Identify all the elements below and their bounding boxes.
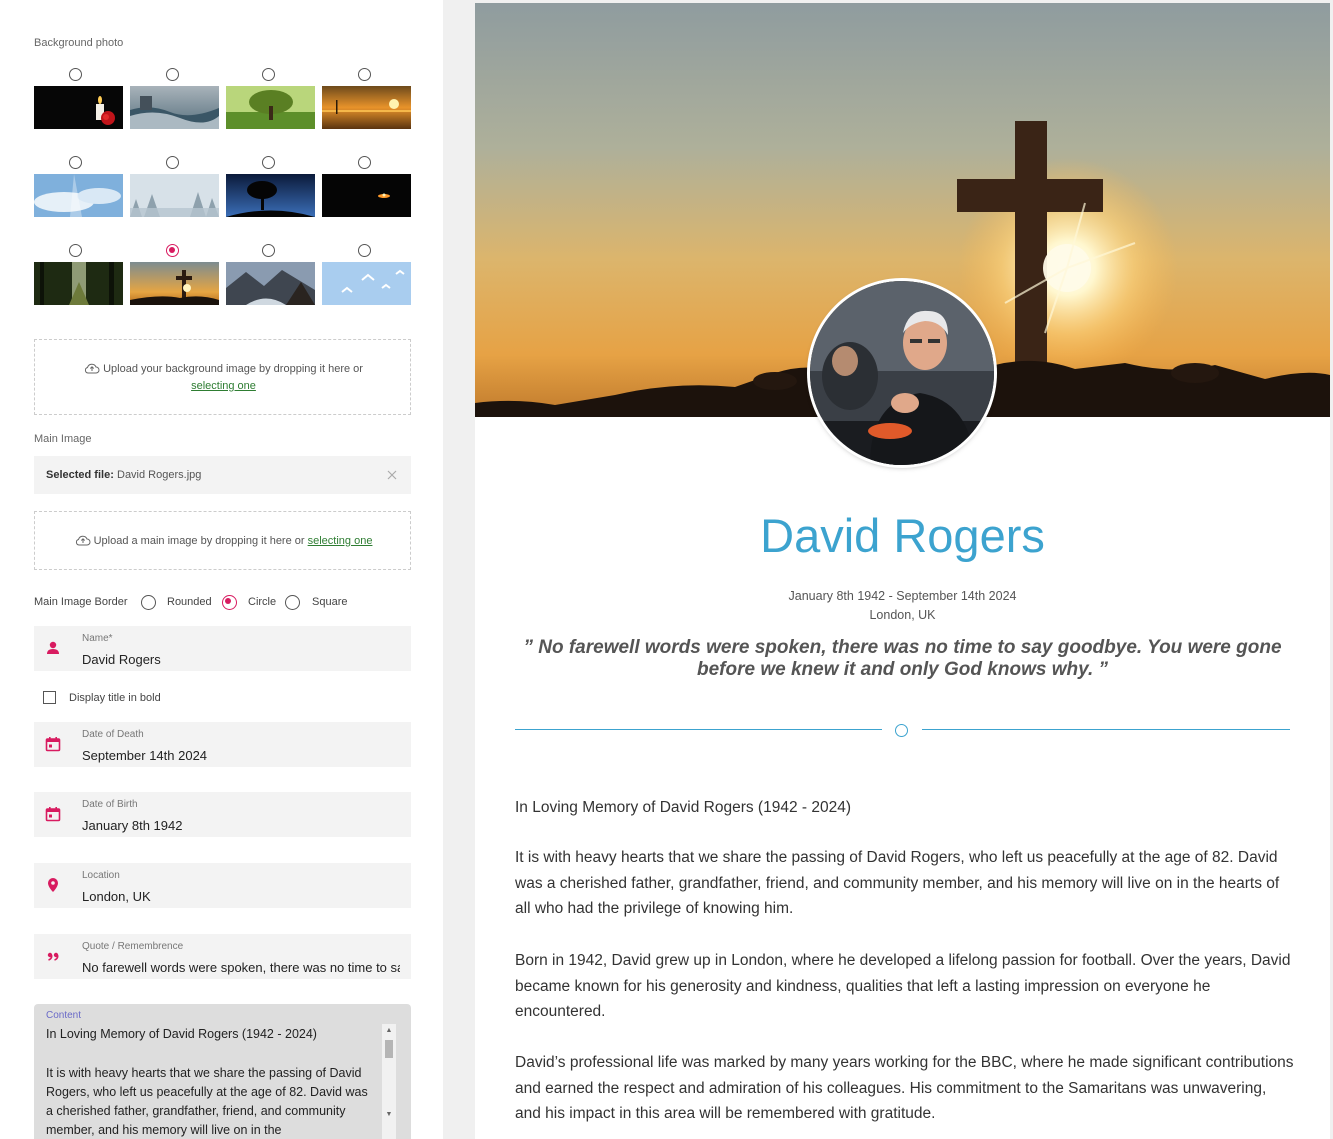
bg-thumb-candle-rose[interactable] [34,86,123,129]
border-option-square: Square [312,596,348,608]
bg-radio-flying-birds[interactable] [358,244,371,257]
bg-radio-sky-clouds[interactable] [69,156,82,169]
date-of-death-field[interactable]: Date of Death September 14th 2024 [34,722,411,767]
bold-title-label: Display title in bold [69,692,161,704]
location-pin-icon [45,877,61,893]
scroll-down-arrow-icon[interactable]: ▼ [382,1108,396,1122]
content-paragraph: It is with heavy hearts that we share th… [515,849,1280,918]
editor-panel: Background photo Upload your background … [0,0,443,1139]
quote-field[interactable]: Quote / Remembrence No farewell words we… [34,934,411,979]
bg-select-link[interactable]: selecting one [191,380,256,392]
bg-thumb-dark-candle[interactable] [322,174,411,217]
calendar-icon [45,806,61,822]
date-of-death-label: Date of Death [82,729,144,740]
border-radio-rounded[interactable] [141,595,156,610]
content-paragraph: David’s professional life was marked by … [515,1054,1294,1123]
main-upload-text: Upload a main image by dropping it here … [93,535,305,547]
background-photo-label: Background photo [34,37,124,49]
date-of-birth-label: Date of Birth [82,799,138,810]
content-text[interactable]: In Loving Memory of David Rogers (1942 -… [46,1025,371,1139]
quote-close-mark: ” [1098,659,1109,680]
bg-radio-mountain-river[interactable] [262,244,275,257]
person-icon [45,640,61,656]
name-field[interactable]: Name* David Rogers [34,626,411,671]
date-of-birth-field[interactable]: Date of Birth January 8th 1942 [34,792,411,837]
quote-open-mark: ” [523,637,533,658]
content-paragraph: Born in 1942, David grew up in London, w… [515,952,1291,1021]
bg-thumb-forest-path[interactable] [34,262,123,305]
content-label: Content [46,1010,82,1021]
name-label: Name* [82,633,113,644]
memorial-name: David Rogers [760,509,1045,562]
location-field[interactable]: Location London, UK [34,863,411,908]
bg-radio-forest-path[interactable] [69,244,82,257]
content-paragraph: In Loving Memory of David Rogers (1942 -… [515,799,851,816]
quote-text: No farewell words were spoken, there was… [538,637,1282,680]
quote-icon [45,948,61,964]
bg-upload-text: Upload your background image by dropping… [103,363,363,375]
bg-radio-sunset-lake[interactable] [358,68,371,81]
border-radio-circle[interactable] [222,595,237,610]
bg-thumb-stormy-sea[interactable] [130,86,219,129]
border-option-rounded: Rounded [167,596,212,608]
date-of-death-input[interactable]: September 14th 2024 [82,748,400,763]
date-of-birth-input[interactable]: January 8th 1942 [82,818,400,833]
border-radio-square[interactable] [285,595,300,610]
memorial-quote: ” No farewell words were spoken, there w… [515,637,1290,681]
bg-radio-candle-rose[interactable] [69,68,82,81]
image-border-label: Main Image Border [34,596,128,608]
scrollbar-thumb[interactable] [385,1040,393,1058]
quote-label: Quote / Remembrence [82,941,184,952]
main-select-link[interactable]: selecting one [308,535,373,547]
divider-line-right [922,729,1290,730]
name-input[interactable]: David Rogers [82,652,400,667]
main-image-label: Main Image [34,433,92,445]
main-image-upload-dropzone[interactable]: Upload a main image by dropping it here … [34,511,411,570]
location-input[interactable]: London, UK [82,889,400,904]
memorial-preview: David Rogers January 8th 1942 - Septembe… [475,3,1330,1139]
main-portrait-image [810,281,994,465]
divider-line-left [515,729,882,730]
close-icon[interactable] [386,468,398,480]
bg-thumb-green-tree[interactable] [226,86,315,129]
content-textarea[interactable]: Content In Loving Memory of David Rogers… [34,1004,411,1139]
bg-thumb-mountain-river[interactable] [226,262,315,305]
background-upload-dropzone[interactable]: Upload your background image by dropping… [34,339,411,415]
quote-input[interactable]: No farewell words were spoken, there was… [82,960,400,975]
bg-thumb-cross-sunset[interactable] [130,262,219,305]
scroll-up-arrow-icon[interactable]: ▲ [382,1024,396,1038]
selected-file-bar: Selected file: David Rogers.jpg [34,456,411,494]
bg-thumb-sunset-lake[interactable] [322,86,411,129]
bg-thumb-flying-birds[interactable] [322,262,411,305]
bg-radio-green-tree[interactable] [262,68,275,81]
bold-title-checkbox[interactable] [43,691,56,704]
bg-thumb-sky-clouds[interactable] [34,174,123,217]
bg-radio-stormy-sea[interactable] [166,68,179,81]
bg-thumb-misty-forest[interactable] [130,174,219,217]
bg-radio-cross-sunset[interactable] [166,244,179,257]
selected-file-name: David Rogers.jpg [117,469,202,481]
calendar-icon [45,736,61,752]
cloud-upload-icon [75,534,91,546]
content-scrollbar[interactable]: ▲ ▼ [382,1024,396,1139]
memorial-location: London, UK [869,608,936,622]
location-label: Location [82,870,120,881]
bg-radio-dark-candle[interactable] [358,156,371,169]
bg-thumb-tree-night[interactable] [226,174,315,217]
border-option-circle: Circle [248,596,277,608]
memorial-dates: January 8th 1942 - September 14th 2024 [788,589,1017,603]
divider-circle-icon [895,724,908,737]
bg-radio-tree-night[interactable] [262,156,275,169]
selected-file-label: Selected file: [46,469,114,481]
bg-radio-misty-forest[interactable] [166,156,179,169]
cloud-upload-icon [84,362,100,374]
